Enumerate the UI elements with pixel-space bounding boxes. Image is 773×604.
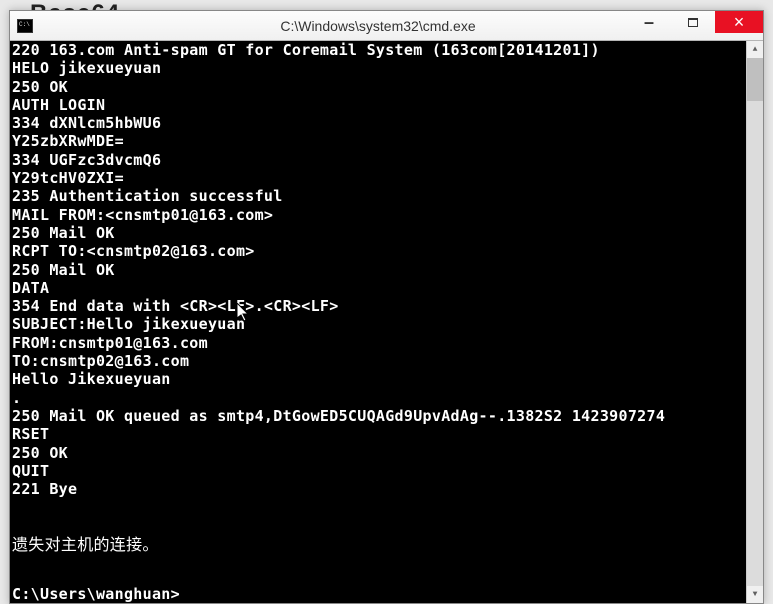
- terminal-area: 220 163.com Anti-spam GT for Coremail Sy…: [10, 41, 763, 603]
- terminal-line: QUIT: [12, 462, 744, 480]
- scrollbar[interactable]: ▲ ▼: [746, 41, 763, 603]
- cmd-icon: [17, 19, 33, 33]
- terminal-line: [12, 498, 744, 516]
- terminal-line: RCPT TO:<cnsmtp02@163.com>: [12, 242, 744, 260]
- terminal-line: AUTH LOGIN: [12, 96, 744, 114]
- scroll-down-button[interactable]: ▼: [747, 586, 763, 603]
- terminal-line: 334 UGFzc3dvcmQ6: [12, 151, 744, 169]
- terminal-line: FROM:cnsmtp01@163.com: [12, 334, 744, 352]
- terminal-line: TO:cnsmtp02@163.com: [12, 352, 744, 370]
- terminal-line: 遗失对主机的连接。: [12, 531, 744, 559]
- terminal-line: HELO jikexueyuan: [12, 59, 744, 77]
- scroll-thumb[interactable]: [747, 58, 763, 101]
- terminal-line: 221 Bye: [12, 480, 744, 498]
- terminal-line: 220 163.com Anti-spam GT for Coremail Sy…: [12, 41, 744, 59]
- maximize-button[interactable]: [671, 11, 715, 33]
- terminal-line: Y29tcHV0ZXI=: [12, 169, 744, 187]
- terminal-line: 250 Mail OK queued as smtp4,DtGowED5CUQA…: [12, 407, 744, 425]
- scroll-up-button[interactable]: ▲: [747, 41, 763, 58]
- minimize-button[interactable]: –: [627, 11, 671, 33]
- terminal-line: [12, 567, 744, 585]
- terminal-line: Y25zbXRwMDE=: [12, 132, 744, 150]
- terminal-line: DATA: [12, 279, 744, 297]
- terminal-line: SUBJECT:Hello jikexueyuan: [12, 315, 744, 333]
- terminal-line: 250 OK: [12, 444, 744, 462]
- terminal-line: C:\Users\wanghuan>: [12, 585, 744, 603]
- terminal-line: 250 Mail OK: [12, 261, 744, 279]
- terminal-line: 250 OK: [12, 78, 744, 96]
- terminal-line: .: [12, 389, 744, 407]
- close-button[interactable]: [715, 11, 763, 33]
- terminal-line: 354 End data with <CR><LF>.<CR><LF>: [12, 297, 744, 315]
- terminal-line: 334 dXNlcm5hbWU6: [12, 114, 744, 132]
- window-controls: –: [627, 11, 763, 33]
- terminal-content[interactable]: 220 163.com Anti-spam GT for Coremail Sy…: [10, 41, 746, 603]
- terminal-line: MAIL FROM:<cnsmtp01@163.com>: [12, 206, 744, 224]
- cmd-window: C:\Windows\system32\cmd.exe – 220 163.co…: [9, 10, 764, 604]
- terminal-line: RSET: [12, 425, 744, 443]
- terminal-line: Hello Jikexueyuan: [12, 370, 744, 388]
- title-bar[interactable]: C:\Windows\system32\cmd.exe –: [10, 11, 763, 41]
- terminal-line: 235 Authentication successful: [12, 187, 744, 205]
- terminal-line: 250 Mail OK: [12, 224, 744, 242]
